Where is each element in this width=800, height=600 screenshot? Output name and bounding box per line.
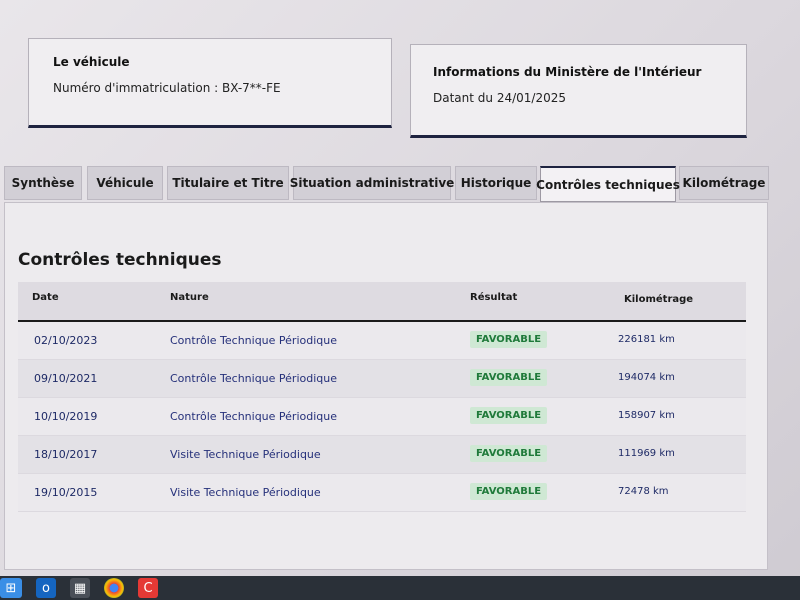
- row-date: 10/10/2019: [34, 410, 98, 423]
- inspections-table: Date Nature Résultat Kilométrage 02/10/2…: [18, 282, 746, 512]
- tab-titulaire-titre[interactable]: Titulaire et Titre: [167, 166, 289, 200]
- row-date: 09/10/2021: [34, 372, 98, 385]
- ministry-info-card: Informations du Ministère de l'Intérieur…: [410, 44, 747, 138]
- status-badge: FAVORABLE: [470, 483, 548, 500]
- row-mileage: 72478 km: [618, 486, 669, 497]
- row-nature: Contrôle Technique Périodique: [170, 334, 337, 347]
- store-icon[interactable]: ▦: [70, 578, 90, 598]
- tab-controles-techniques[interactable]: Contrôles techniques: [536, 166, 680, 202]
- vehicle-card-title: Le véhicule: [53, 55, 130, 69]
- row-mileage: 158907 km: [618, 410, 675, 421]
- header-nature: Nature: [170, 292, 209, 303]
- header-mileage: Kilométrage: [624, 294, 694, 305]
- table-body: 02/10/2023 Contrôle Technique Périodique…: [18, 322, 746, 512]
- row-date: 19/10/2015: [34, 486, 98, 499]
- header-result: Résultat: [470, 292, 518, 303]
- row-nature: Contrôle Technique Périodique: [170, 410, 337, 423]
- status-badge: FAVORABLE: [470, 445, 548, 462]
- row-nature: Visite Technique Périodique: [170, 486, 321, 499]
- outlook-icon[interactable]: o: [36, 578, 56, 598]
- table-row: 09/10/2021 Contrôle Technique Périodique…: [18, 360, 746, 398]
- windows-start-icon[interactable]: ⊞: [0, 578, 22, 598]
- row-nature: Visite Technique Périodique: [170, 448, 321, 461]
- table-row: 10/10/2019 Contrôle Technique Périodique…: [18, 398, 746, 436]
- registration-number: Numéro d'immatriculation : BX-7**-FE: [53, 81, 281, 95]
- tab-historique[interactable]: Historique: [455, 166, 537, 200]
- table-row: 19/10/2015 Visite Technique Périodique F…: [18, 474, 746, 512]
- status-badge: FAVORABLE: [470, 369, 548, 386]
- table-row: 02/10/2023 Contrôle Technique Périodique…: [18, 322, 746, 360]
- taskbar: ⊞ o ▦ C: [0, 576, 800, 600]
- tab-kilometrage[interactable]: Kilométrage: [679, 166, 769, 200]
- ministry-card-title: Informations du Ministère de l'Intérieur: [433, 65, 702, 79]
- header-date: Date: [32, 292, 59, 303]
- table-row: 18/10/2017 Visite Technique Périodique F…: [18, 436, 746, 474]
- status-badge: FAVORABLE: [470, 407, 548, 424]
- section-title: Contrôles techniques: [18, 250, 222, 270]
- tab-situation-administrative[interactable]: Situation administrative: [290, 166, 454, 200]
- tab-vehicule[interactable]: Véhicule: [87, 166, 163, 200]
- table-header: Date Nature Résultat Kilométrage: [18, 282, 746, 322]
- status-badge: FAVORABLE: [470, 331, 548, 348]
- row-mileage: 111969 km: [618, 448, 675, 459]
- row-date: 18/10/2017: [34, 448, 98, 461]
- row-nature: Contrôle Technique Périodique: [170, 372, 337, 385]
- tab-synthese[interactable]: Synthèse: [4, 166, 82, 200]
- chrome-icon[interactable]: [104, 578, 124, 598]
- row-mileage: 226181 km: [618, 334, 675, 345]
- vehicle-card: Le véhicule Numéro d'immatriculation : B…: [28, 38, 392, 128]
- row-mileage: 194074 km: [618, 372, 675, 383]
- ministry-date: Datant du 24/01/2025: [433, 91, 566, 105]
- app-c-icon[interactable]: C: [138, 578, 158, 598]
- tab-bar: Synthèse Véhicule Titulaire et Titre Sit…: [4, 166, 794, 206]
- row-date: 02/10/2023: [34, 334, 98, 347]
